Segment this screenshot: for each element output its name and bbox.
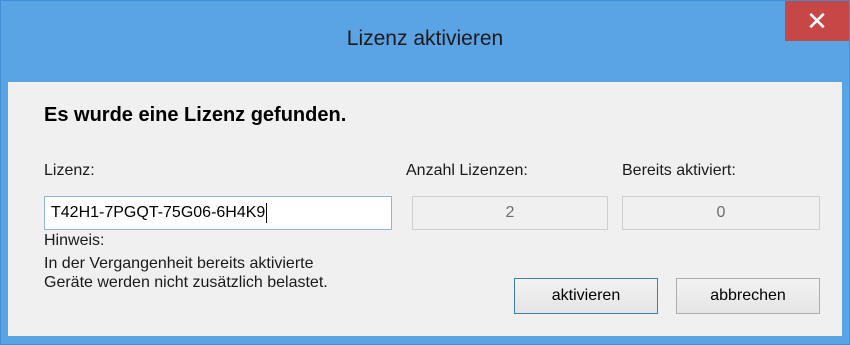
page-title: Es wurde eine Lizenz gefunden. xyxy=(44,104,347,126)
license-count-field: 2 xyxy=(412,196,608,230)
hint-line-1: In der Vergangenheit bereits aktivierte xyxy=(44,255,314,272)
license-count-label: Anzahl Lizenzen: xyxy=(406,162,528,179)
already-activated-label: Bereits aktiviert: xyxy=(622,162,736,179)
activate-button[interactable]: aktivieren xyxy=(514,278,658,314)
hint-title: Hinweis: xyxy=(44,232,105,249)
window-title: Lizenz aktivieren xyxy=(346,27,504,50)
cancel-button[interactable]: abbrechen xyxy=(676,278,820,314)
title-bar[interactable]: Lizenz aktivieren ✕ xyxy=(1,1,849,83)
close-icon: ✕ xyxy=(806,6,828,36)
license-key-value: T42H1-7PGQT-75G06-6H4K9 xyxy=(51,204,266,221)
hint-line-2: Geräte werden nicht zusätzlich belastet. xyxy=(44,274,328,291)
already-activated-field: 0 xyxy=(622,196,820,230)
license-key-input[interactable]: T42H1-7PGQT-75G06-6H4K9 xyxy=(44,196,392,230)
close-button[interactable]: ✕ xyxy=(785,1,849,41)
license-label: Lizenz: xyxy=(44,162,95,179)
text-caret xyxy=(266,202,268,223)
